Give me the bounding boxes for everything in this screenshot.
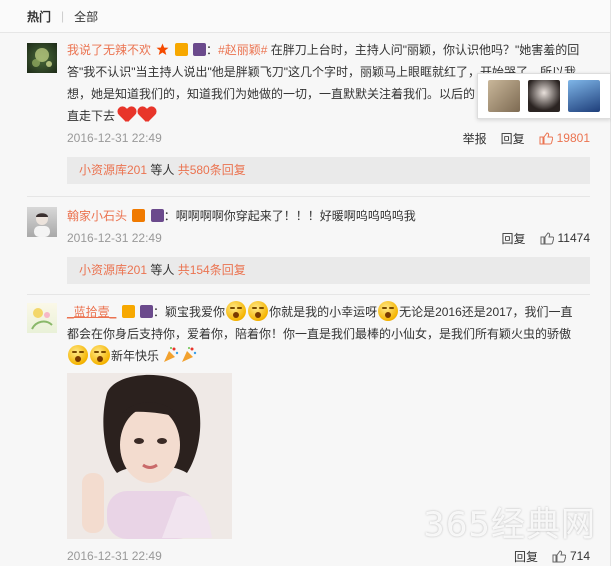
like-button[interactable]: 714 [552,549,590,563]
liker-avatars-popup [477,73,611,119]
star-icon [156,41,169,55]
avatar[interactable] [27,303,57,333]
divider [27,196,590,197]
like-count: 11474 [557,231,590,245]
heart-icon [138,106,156,124]
watermark: 365经典网 [423,505,596,545]
reply-button[interactable]: 回复 [502,230,526,247]
like-button[interactable]: 11474 [540,231,590,245]
comment-text-line1: 在胖刀上台时，主持人问"丽颖，你认识他吗？"她害羞的回 [267,43,580,57]
liker-avatar[interactable] [568,80,600,112]
reply-summary-text: 等人 [147,163,178,177]
comment-meta: 2016-12-31 22:49 回复 714 [67,545,590,566]
thumbs-up-icon [552,549,567,563]
comment-text-line1b: 你就是我的小幸运呀 [269,305,378,319]
reply-count[interactable]: 共580条回复 [178,163,246,177]
vip-badge-icon [121,305,135,318]
comment-text-line2: 都会在你身后支持你，爱着你，陪着你！你一直是我们最棒的小仙女，是我们所有颖火虫的… [67,327,572,341]
member-badge-icon [140,305,154,318]
shy-emoji-icon [248,301,269,321]
like-count: 714 [569,549,590,563]
reply-summary-text: 等人 [147,263,178,277]
comment-username[interactable]: 我说了无辣不欢 [67,43,151,57]
like-button[interactable]: 19801 [539,131,590,145]
comment-text-line1c: 无论是2016还是2017，我们一直 [399,305,573,319]
comment-time: 2016-12-31 22:49 [67,549,162,563]
comment-meta: 2016-12-31 22:49 回复 11474 [67,227,590,249]
heart-icon [118,106,136,124]
comment-time: 2016-12-31 22:49 [67,131,162,145]
comment-panel: 热门 | 全部 我说了无辣不欢 ：#赵丽颖# 在胖刀上台时，主持人问"丽颖，你认… [0,0,611,566]
comment-time: 2016-12-31 22:49 [67,231,162,245]
shy-emoji-icon [90,345,110,365]
member-badge-icon [150,209,164,222]
liker-avatar[interactable] [488,80,520,112]
reply-summary[interactable]: 小资源库201 等人 共154条回复 [67,257,590,284]
comment-text-line1a: ：颖宝我爱你 [153,305,226,319]
comment-username[interactable]: _蓝拾壹_ [67,305,116,319]
thumbs-up-icon [540,231,554,245]
reply-button[interactable]: 回复 [501,130,525,147]
reply-username[interactable]: 小资源库201 [79,163,147,177]
liker-avatar[interactable] [528,80,560,112]
thumbs-up-icon [539,131,553,145]
tab-separator: | [61,9,65,23]
shy-emoji-icon [68,345,88,365]
reply-button[interactable]: 回复 [514,548,538,565]
avatar[interactable] [27,43,57,73]
tab-all[interactable]: 全部 [74,8,98,25]
party-popper-icon [162,346,180,364]
divider [27,294,590,295]
report-button[interactable]: 举报 [463,130,487,147]
reply-count[interactable]: 共154条回复 [178,263,246,277]
comment-username[interactable]: 翰家小石头 [67,209,127,223]
reply-summary[interactable]: 小资源库201 等人 共580条回复 [67,157,590,184]
comment-text: 翰家小石头 ：啊啊啊啊你穿起来了！！！好暖啊呜呜呜呜我 [67,205,590,227]
comment-item: 翰家小石头 ：啊啊啊啊你穿起来了！！！好暖啊呜呜呜呜我 2016-12-31 2… [0,205,610,284]
avatar[interactable] [27,207,57,237]
comment-text-line3: 新年快乐 [111,349,160,363]
shy-emoji-icon [226,301,247,321]
member-badge-icon [193,43,207,56]
comment-text-line1: ：啊啊啊啊你穿起来了！！！好暖啊呜呜呜呜我 [163,209,416,223]
tab-hot[interactable]: 热门 [27,8,51,25]
comment-text-line3: 想，她是知道我们的，知道我们为她做的一切，一直默默关注着我们。以后的 [67,87,476,101]
shy-emoji-icon [378,301,399,321]
comment-photo[interactable] [67,373,232,539]
comment-text: _蓝拾壹_ ：颖宝我爱你 你就是我的小幸运呀 无论是2016还是2017，我们一直 … [67,301,590,367]
vip-badge-icon [174,43,188,56]
like-count: 19801 [556,131,590,145]
comment-tabs: 热门 | 全部 [0,0,610,33]
comment-text-line4: 直走下去 [67,109,116,123]
comment-meta: 2016-12-31 22:49 举报 回复 19801 [67,127,590,149]
reply-username[interactable]: 小资源库201 [79,263,147,277]
hashtag-link[interactable]: #赵丽颖# [218,43,267,57]
party-popper-icon [180,346,198,364]
v-badge-icon [132,209,146,222]
